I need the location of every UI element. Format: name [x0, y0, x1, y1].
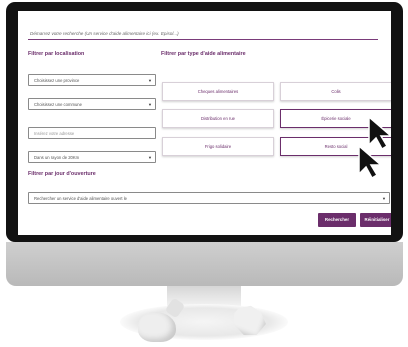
search-input[interactable]: Démarrez votre recherche (Un service d'a…: [28, 28, 378, 40]
tile-distribution-en-rue[interactable]: Distribution en rue: [162, 109, 274, 128]
day-select-value: Rechercher un service d'aide alimentaire…: [34, 196, 127, 201]
type-filter-title: Filtrer par type d'aide alimentaire: [161, 51, 246, 57]
reset-button[interactable]: Réinitialiser: [360, 213, 391, 227]
location-filter-title: Filtrer par localisation: [28, 51, 85, 57]
chevron-down-icon: ▼: [382, 196, 386, 201]
desk-lamp: [138, 312, 176, 342]
chevron-down-icon: ▼: [148, 155, 152, 160]
radius-select-value: Dans un rayon de 20Km: [34, 155, 80, 160]
chevron-down-icon: ▼: [148, 102, 152, 107]
commune-select-value: Choisissez une commune: [34, 102, 82, 107]
day-filter-title: Filtrer par jour d'ouverture: [28, 171, 96, 177]
commune-select[interactable]: Choisissez une commune ▼: [28, 98, 156, 110]
monitor-frame: Démarrez votre recherche (Un service d'a…: [6, 2, 403, 242]
screen: Démarrez votre recherche (Un service d'a…: [18, 11, 391, 235]
address-input[interactable]: Insérez votre adresse: [28, 127, 156, 139]
day-select[interactable]: Rechercher un service d'aide alimentaire…: [28, 192, 390, 204]
province-select[interactable]: Choisissez une province ▼: [28, 74, 156, 86]
province-select-value: Choisissez une province: [34, 78, 80, 83]
monitor-chin: [6, 242, 403, 286]
radius-select[interactable]: Dans un rayon de 20Km ▼: [28, 151, 156, 163]
tile-cheques-alimentaires[interactable]: Cheques alimentaires: [162, 82, 274, 101]
search-button[interactable]: Rechercher: [318, 213, 356, 227]
tile-colis[interactable]: Colis: [280, 82, 391, 101]
cursor-arrow-icon: [358, 144, 384, 180]
chevron-down-icon: ▼: [148, 78, 152, 83]
tile-frigo-solidaire[interactable]: Frigo solidaire: [162, 137, 274, 156]
